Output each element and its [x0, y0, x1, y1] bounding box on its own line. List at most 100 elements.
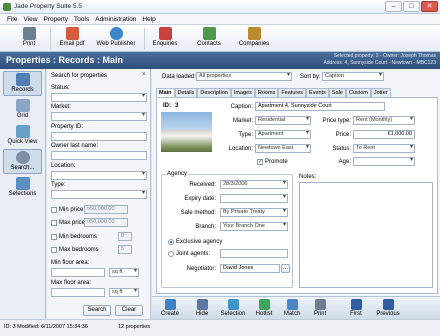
sale-method-select[interactable]: By Private Treaty — [220, 208, 288, 217]
nav-search-label: Search... — [10, 165, 35, 171]
status-select[interactable]: To Rent — [353, 144, 415, 153]
owner-last-name-label: Owner last name: — [51, 143, 99, 149]
companies-button[interactable]: Companies — [236, 26, 272, 51]
create-button[interactable]: Create — [158, 298, 182, 319]
menu-file[interactable]: File — [4, 14, 20, 24]
tab-main[interactable]: Main — [156, 88, 175, 97]
caption-input[interactable]: Apartment 4, Sunnyside Court — [255, 102, 385, 111]
promote-checkbox[interactable] — [257, 158, 263, 165]
location-select[interactable]: Newtown East — [255, 144, 311, 153]
previous-button[interactable]: Previous — [372, 298, 404, 319]
min-floor-area-input[interactable] — [51, 268, 105, 277]
location-filter-select[interactable] — [51, 171, 147, 180]
min-floor-unit-select[interactable]: sq ft — [109, 268, 139, 277]
received-date[interactable]: 28/3/2006 — [220, 180, 288, 189]
joint-agents-radio[interactable] — [168, 251, 174, 257]
tab-events[interactable]: Events — [306, 88, 329, 97]
hotlist-button[interactable]: Hotlist — [252, 298, 276, 319]
max-price-input[interactable]: ¤50,000.00 — [84, 218, 128, 227]
status-filter-label: Status: — [51, 85, 70, 91]
bottom-print-label: Print — [313, 311, 327, 317]
joint-agents-input[interactable] — [220, 249, 288, 258]
record-status: ID: 3 Modified: 6/11/2007 15:34:36 — [4, 324, 88, 330]
nav-selections[interactable]: Selections — [3, 175, 42, 200]
tab-details[interactable]: Details — [174, 88, 198, 97]
exclusive-agency-radio[interactable] — [168, 239, 174, 245]
enquiries-button[interactable]: Enquiries — [150, 26, 180, 51]
max-bedrooms-checkbox[interactable] — [51, 247, 57, 253]
tab-custom[interactable]: Custom — [345, 88, 371, 97]
search-panel-close-icon[interactable]: × — [142, 71, 146, 78]
market-select[interactable]: Residential — [255, 116, 311, 125]
max-price-label: Max price — [59, 220, 86, 226]
first-button[interactable]: First — [344, 298, 368, 319]
window-title: Jade Property Suite 5.5 — [14, 3, 82, 10]
min-price-checkbox[interactable] — [51, 207, 57, 213]
menu-administration[interactable]: Administration — [92, 14, 139, 24]
close-button[interactable]: ✕ — [421, 1, 438, 12]
main-toolbar: Print Email pdf Web Publisher Enquiries … — [0, 25, 440, 52]
min-price-input[interactable]: ¤50,000.00 — [84, 205, 128, 214]
property-photo[interactable] — [161, 112, 212, 152]
type-filter-label: Type: — [51, 182, 66, 188]
max-floor-unit-select[interactable]: sq ft — [109, 288, 139, 297]
property-id-input[interactable] — [51, 132, 147, 141]
location-filter-label: Location: — [51, 163, 76, 169]
sort-by-select[interactable]: Caption — [322, 72, 384, 81]
print-label: Print — [22, 41, 36, 47]
nav-quick-view[interactable]: Quick View — [3, 123, 42, 148]
max-floor-area-input[interactable] — [51, 288, 105, 297]
web-publisher-button[interactable]: Web Publisher — [94, 26, 138, 51]
clear-button[interactable]: Clear — [115, 305, 143, 316]
tab-jotter[interactable]: Jotter — [370, 88, 391, 97]
min-bedrooms-checkbox[interactable] — [51, 234, 57, 240]
hide-label: Hide — [195, 311, 209, 317]
menu-property[interactable]: Property — [40, 14, 71, 24]
menu-help[interactable]: Help — [139, 14, 158, 24]
negotiator-picker-button[interactable]: … — [281, 264, 290, 273]
data-loaded-select[interactable]: All properties — [196, 72, 292, 81]
owner-last-name-input[interactable] — [51, 151, 147, 160]
print-button[interactable]: Print — [14, 26, 44, 51]
tab-images[interactable]: Images — [230, 88, 255, 97]
search-button[interactable]: Search — [83, 305, 111, 316]
price-input[interactable]: €1,000.00 — [353, 130, 415, 139]
tab-features[interactable]: Features — [278, 88, 307, 97]
branch-select[interactable]: Your Branch One — [220, 222, 288, 231]
min-bedrooms-input[interactable]: 0 — [118, 232, 132, 241]
contacts-button[interactable]: Contacts — [194, 26, 224, 51]
bottom-print-button[interactable]: Print — [308, 298, 332, 319]
selection-button[interactable]: Selection — [218, 298, 248, 319]
nav-search[interactable]: Search... — [3, 149, 42, 174]
type-filter-select[interactable] — [51, 190, 147, 199]
negotiator-input[interactable]: David Jones — [220, 264, 280, 273]
nav-records[interactable]: Records — [3, 71, 42, 96]
match-button[interactable]: Match — [280, 298, 304, 319]
price-type-select[interactable]: Rent (Monthly) — [353, 116, 415, 125]
max-price-checkbox[interactable] — [51, 220, 57, 226]
tab-rooms[interactable]: Rooms — [254, 88, 279, 97]
maximize-button[interactable]: □ — [403, 1, 420, 12]
minimize-button[interactable]: – — [385, 1, 402, 12]
status-filter-select[interactable] — [51, 93, 147, 102]
menu-tools[interactable]: Tools — [71, 14, 92, 24]
negotiator-label: Negotiator: — [186, 266, 216, 272]
nav-grid[interactable]: Grid — [3, 97, 42, 122]
age-select[interactable] — [353, 157, 415, 166]
menu-view[interactable]: View — [20, 14, 40, 24]
hide-button[interactable]: Hide — [190, 298, 214, 319]
tab-description[interactable]: Description — [197, 88, 231, 97]
tab-sale[interactable]: Sale — [328, 88, 346, 97]
price-type-label: Price type: — [322, 118, 351, 124]
max-bedrooms-input[interactable]: 5 — [118, 245, 132, 254]
nav-grid-label: Grid — [16, 113, 29, 119]
market-filter-select[interactable] — [51, 112, 147, 121]
joint-agents-label: Joint agents: — [176, 251, 211, 257]
first-arrow-icon — [350, 299, 362, 310]
enquiries-icon — [158, 27, 172, 40]
email-pdf-button[interactable]: Email pdf — [56, 26, 88, 51]
notes-textarea[interactable] — [299, 182, 433, 288]
type-select[interactable]: Apartment — [255, 130, 311, 139]
magnifier-icon — [15, 151, 30, 164]
expiry-date[interactable] — [220, 194, 288, 203]
